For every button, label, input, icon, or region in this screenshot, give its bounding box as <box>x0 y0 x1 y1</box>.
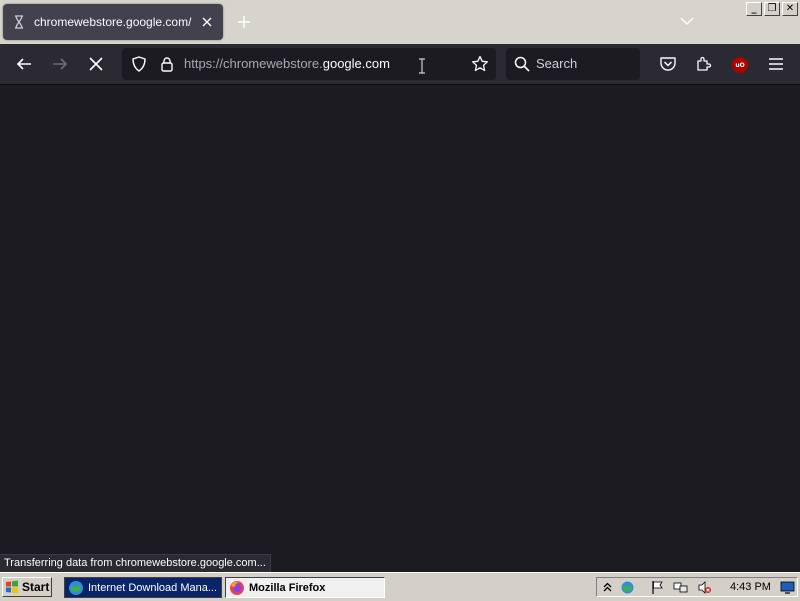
chevron-down-icon[interactable] <box>680 16 694 26</box>
status-panel: Transferring data from chromewebstore.go… <box>0 554 271 572</box>
taskbar-item-idm[interactable]: Internet Download Mana... <box>64 577 222 598</box>
new-tab-icon[interactable] <box>237 15 251 29</box>
search-placeholder: Search <box>536 56 578 71</box>
hamburger-menu-icon[interactable] <box>767 55 785 73</box>
navigation-toolbar: https://chromewebstore.google.com Search… <box>0 44 800 85</box>
tab-strip: chromewebstore.google.com/ _ ❐ ✕ <box>0 0 800 44</box>
idm-tray-icon[interactable] <box>620 580 635 595</box>
bookmark-star-icon[interactable] <box>471 55 489 73</box>
start-label: Start <box>22 580 50 594</box>
restore-button[interactable]: ❐ <box>764 2 780 16</box>
clock[interactable]: 4:43 PM <box>730 581 771 593</box>
url-text[interactable]: https://chromewebstore.google.com <box>184 56 390 71</box>
windows-logo-icon <box>6 580 18 594</box>
minimize-button[interactable]: _ <box>746 2 762 16</box>
close-window-button[interactable]: ✕ <box>782 2 798 16</box>
tab-chromewebstore[interactable]: chromewebstore.google.com/ <box>3 4 223 40</box>
monitor-icon[interactable] <box>780 580 795 595</box>
speaker-muted-icon[interactable] <box>697 580 712 595</box>
shield-icon[interactable] <box>131 56 147 72</box>
taskbar-item-firefox[interactable]: Mozilla Firefox <box>225 577 385 598</box>
text-cursor-icon <box>419 58 425 74</box>
url-host: google.com <box>322 56 390 71</box>
idm-globe-icon <box>69 580 83 595</box>
task-label-idm: Internet Download Mana... <box>88 581 218 594</box>
back-arrow-icon[interactable] <box>15 55 33 73</box>
url-bar[interactable]: https://chromewebstore.google.com <box>122 48 496 80</box>
network-computers-icon[interactable] <box>673 580 688 595</box>
expand-tray-icon[interactable] <box>600 580 615 595</box>
forward-arrow-icon[interactable] <box>51 55 69 73</box>
hourglass-loading-icon <box>15 15 23 29</box>
flag-icon[interactable] <box>650 580 665 595</box>
taskbar: Start Internet Download Mana... Mozilla … <box>0 572 800 601</box>
close-tab-icon[interactable] <box>200 15 214 29</box>
firefox-icon <box>230 580 244 595</box>
start-button[interactable]: Start <box>2 577 52 597</box>
task-label-firefox: Mozilla Firefox <box>249 581 326 594</box>
system-tray: 4:43 PM <box>596 577 798 597</box>
tab-title: chromewebstore.google.com/ <box>34 15 192 29</box>
search-icon <box>514 56 530 72</box>
stop-loading-icon[interactable] <box>87 55 105 73</box>
pocket-icon[interactable] <box>659 55 677 73</box>
extensions-puzzle-icon[interactable] <box>695 55 713 73</box>
search-bar[interactable]: Search <box>506 48 640 80</box>
window-controls: _ ❐ ✕ <box>746 2 798 16</box>
lock-icon[interactable] <box>159 56 175 72</box>
url-prefix: https://chromewebstore. <box>184 56 323 71</box>
ublock-badge: uO <box>735 61 745 69</box>
page-content-area[interactable]: Transferring data from chromewebstore.go… <box>0 85 800 572</box>
ublock-origin-icon[interactable]: uO <box>732 57 748 73</box>
